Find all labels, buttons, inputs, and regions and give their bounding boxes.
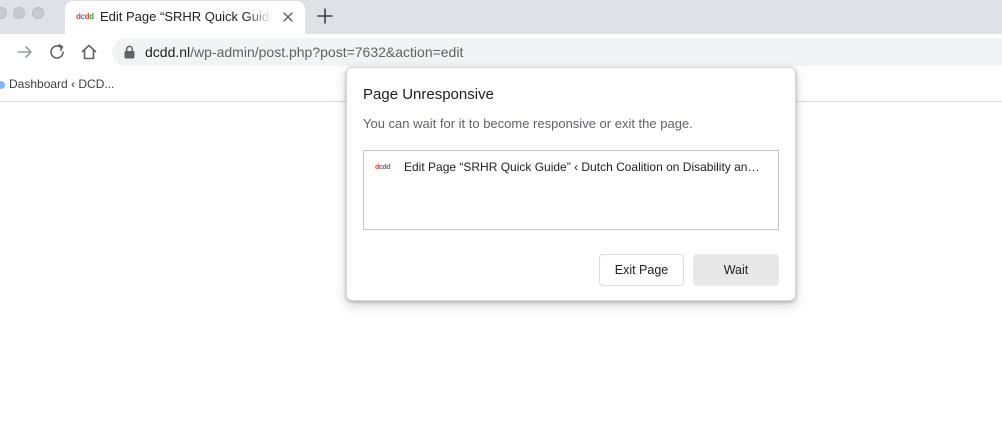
wait-button[interactable]: Wait — [693, 254, 779, 286]
window-close-dot[interactable] — [0, 7, 7, 19]
address-bar[interactable]: dcdd.nl/wp-admin/post.php?post=7632&acti… — [112, 38, 1002, 66]
exit-page-button[interactable]: Exit Page — [599, 254, 684, 286]
forward-arrow-icon[interactable] — [16, 43, 34, 61]
window-zoom-dot[interactable] — [32, 7, 44, 19]
close-icon[interactable] — [280, 9, 296, 25]
bookmark-item-dashboard[interactable]: Dashboard ‹ DCD... — [9, 77, 114, 91]
browser-toolbar: dcdd.nl/wp-admin/post.php?post=7632&acti… — [0, 34, 1002, 70]
tab-strip: dcdd Edit Page “SRHR Quick Guide” ‹ Dutc… — [0, 0, 1002, 34]
url-path: /wp-admin/post.php?post=7632&action=edit — [190, 44, 464, 60]
unresponsive-pages-list: dcdd Edit Page “SRHR Quick Guide” ‹ Dutc… — [363, 150, 779, 230]
url-text: dcdd.nl/wp-admin/post.php?post=7632&acti… — [145, 44, 463, 60]
window-minimize-dot[interactable] — [13, 7, 25, 19]
list-item-label: Edit Page “SRHR Quick Guide” ‹ Dutch Coa… — [404, 160, 762, 174]
url-host: dcdd.nl — [145, 44, 191, 60]
list-item: dcdd Edit Page “SRHR Quick Guide” ‹ Dutc… — [364, 159, 778, 177]
site-favicon-icon: dcdd — [375, 164, 391, 171]
dialog-message: You can wait for it to become responsive… — [363, 116, 693, 131]
home-icon[interactable] — [80, 43, 98, 61]
site-favicon-icon: dcdd — [76, 12, 94, 21]
bookmark-favicon-icon — [0, 81, 5, 89]
tab-title: Edit Page “SRHR Quick Guide” ‹ Dutch Coa… — [100, 9, 272, 24]
plus-icon[interactable] — [316, 7, 334, 25]
lock-icon[interactable] — [124, 45, 135, 59]
page-unresponsive-dialog: Page Unresponsive You can wait for it to… — [346, 67, 796, 301]
dialog-title: Page Unresponsive — [363, 86, 494, 103]
active-tab[interactable]: dcdd Edit Page “SRHR Quick Guide” ‹ Dutc… — [65, 1, 305, 34]
reload-icon[interactable] — [48, 43, 66, 61]
